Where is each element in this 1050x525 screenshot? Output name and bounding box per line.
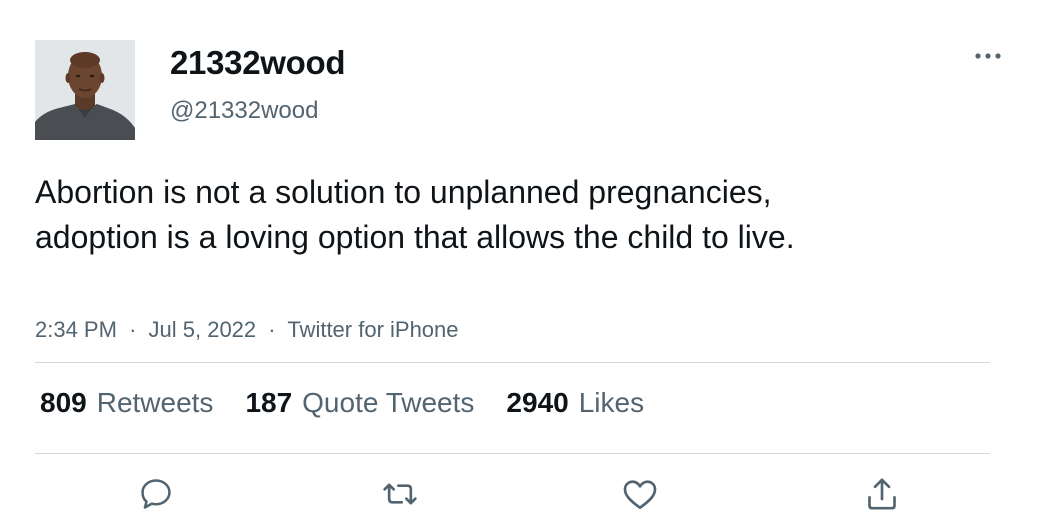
tweet-text: Abortion is not a solution to unplanned … xyxy=(35,174,795,255)
likes-label: Likes xyxy=(578,387,645,418)
divider xyxy=(35,453,990,454)
retweet-button[interactable] xyxy=(378,472,422,516)
tweet-stats: 809 Retweets 187 Quote Tweets 2940 Likes xyxy=(40,387,644,419)
author-display-name[interactable]: 21332wood xyxy=(170,44,346,82)
share-button[interactable] xyxy=(860,472,904,516)
like-button[interactable] xyxy=(618,472,662,516)
reply-icon xyxy=(141,479,171,509)
quote-tweets-label: Quote Tweets xyxy=(302,387,475,418)
tweet-card: 21332wood @21332wood Abortion is not a s… xyxy=(0,0,1050,525)
avatar[interactable] xyxy=(35,40,135,140)
author-handle[interactable]: @21332wood xyxy=(170,97,318,125)
more-horizontal-icon xyxy=(975,53,1001,59)
reply-button[interactable] xyxy=(134,472,178,516)
tweet-date[interactable]: Jul 5, 2022 xyxy=(149,317,257,342)
share-icon xyxy=(868,478,896,510)
quote-tweets-stat[interactable]: 187 Quote Tweets xyxy=(245,387,474,419)
tweet-time[interactable]: 2:34 PM xyxy=(35,317,117,342)
retweets-label: Retweets xyxy=(96,387,214,418)
more-options-button[interactable] xyxy=(968,40,1008,72)
retweets-count: 809 xyxy=(40,387,87,418)
tweet-source[interactable]: Twitter for iPhone xyxy=(287,317,458,342)
divider xyxy=(35,362,990,363)
likes-stat[interactable]: 2940 Likes xyxy=(506,387,644,419)
meta-separator: · xyxy=(268,317,276,342)
retweets-stat[interactable]: 809 Retweets xyxy=(40,387,213,419)
heart-icon xyxy=(623,480,657,509)
meta-separator: · xyxy=(129,317,137,342)
likes-count: 2940 xyxy=(506,387,569,418)
avatar-photo-icon xyxy=(35,40,135,140)
retweet-icon xyxy=(383,483,417,505)
tweet-meta: 2:34 PM · Jul 5, 2022 · Twitter for iPho… xyxy=(35,317,459,343)
quote-tweets-count: 187 xyxy=(245,387,293,418)
tweet-actions xyxy=(0,472,1050,516)
